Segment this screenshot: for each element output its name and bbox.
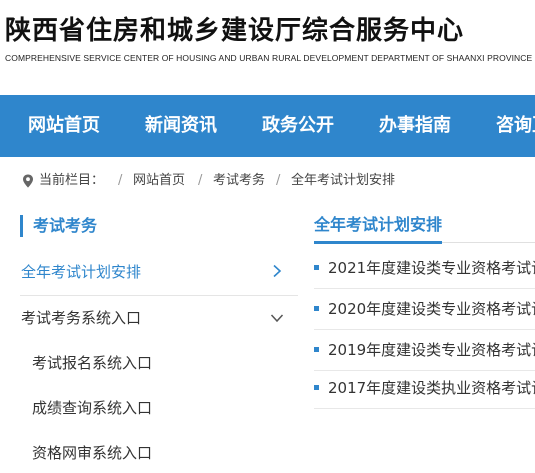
bullet-icon <box>314 347 319 352</box>
chevron-down-icon <box>270 314 284 323</box>
nav-item-home[interactable]: 网站首页 <box>28 95 100 157</box>
location-pin-icon <box>23 174 33 188</box>
article-title: 2017年度建设类执业资格考试计划安排 <box>328 379 535 397</box>
sidebar-item-label: 全年考试计划安排 <box>21 263 142 281</box>
bullet-icon <box>314 265 319 270</box>
sidebar-title: 考试考务 <box>20 215 97 237</box>
nav-item-news[interactable]: 新闻资讯 <box>145 95 217 157</box>
article-item[interactable]: 2019年度建设类专业资格考试计划安排 <box>314 330 535 370</box>
sidebar-subitem-registration[interactable]: 考试报名系统入口 <box>0 341 298 385</box>
article-item[interactable]: 2017年度建设类执业资格考试计划安排 <box>314 368 535 408</box>
article-title: 2021年度建设类专业资格考试计划安排 <box>328 259 535 277</box>
article-item[interactable]: 2021年度建设类专业资格考试计划安排 <box>314 248 535 288</box>
sidebar-subitem-label: 成绩查询系统入口 <box>32 399 153 417</box>
bullet-icon <box>314 385 319 390</box>
breadcrumb-label: 当前栏目： <box>39 173 105 188</box>
sidebar-item-exam-schedule[interactable]: 全年考试计划安排 <box>0 250 298 295</box>
sidebar-item-exam-systems[interactable]: 考试考务系统入口 <box>0 296 298 341</box>
breadcrumb-separator: / <box>276 173 281 188</box>
breadcrumb-separator: / <box>198 173 203 188</box>
breadcrumb: 当前栏目： / 网站首页 / 考试考务 / 全年考试计划安排 <box>0 157 535 205</box>
article-divider <box>314 408 535 409</box>
site-header: 陕西省住房和城乡建设厅综合服务中心 COMPREHENSIVE SERVICE … <box>0 0 535 95</box>
site-subtitle: COMPREHENSIVE SERVICE CENTER OF HOUSING … <box>5 53 533 63</box>
sidebar-item-label: 考试考务系统入口 <box>21 309 142 327</box>
main-nav: 网站首页 新闻资讯 政务公开 办事指南 咨询互动 <box>0 95 535 157</box>
nav-item-guide[interactable]: 办事指南 <box>379 95 451 157</box>
article-title: 2020年度建设类专业资格考试计划安排 <box>328 300 535 318</box>
sidebar-subitem-score-query[interactable]: 成绩查询系统入口 <box>0 386 298 430</box>
sidebar-subitem-label: 资格网审系统入口 <box>32 444 153 462</box>
sidebar-subitem-label: 考试报名系统入口 <box>32 354 153 372</box>
article-item[interactable]: 2020年度建设类专业资格考试计划安排 <box>314 289 535 329</box>
content-header: 全年考试计划安排 <box>314 213 535 244</box>
nav-item-consult[interactable]: 咨询互动 <box>496 95 535 157</box>
breadcrumb-item-exams[interactable]: 考试考务 <box>213 173 265 189</box>
breadcrumb-item-current[interactable]: 全年考试计划安排 <box>291 173 395 189</box>
nav-item-public-affairs[interactable]: 政务公开 <box>262 95 334 157</box>
chevron-right-icon <box>273 264 282 278</box>
sidebar-subitem-qualification-review[interactable]: 资格网审系统入口 <box>0 431 298 473</box>
breadcrumb-item-home[interactable]: 网站首页 <box>133 173 185 189</box>
article-title: 2019年度建设类专业资格考试计划安排 <box>328 341 535 359</box>
breadcrumb-separator: / <box>118 173 123 188</box>
site-title[interactable]: 陕西省住房和城乡建设厅综合服务中心 <box>5 11 464 51</box>
bullet-icon <box>314 306 319 311</box>
content-title: 全年考试计划安排 <box>314 213 443 244</box>
